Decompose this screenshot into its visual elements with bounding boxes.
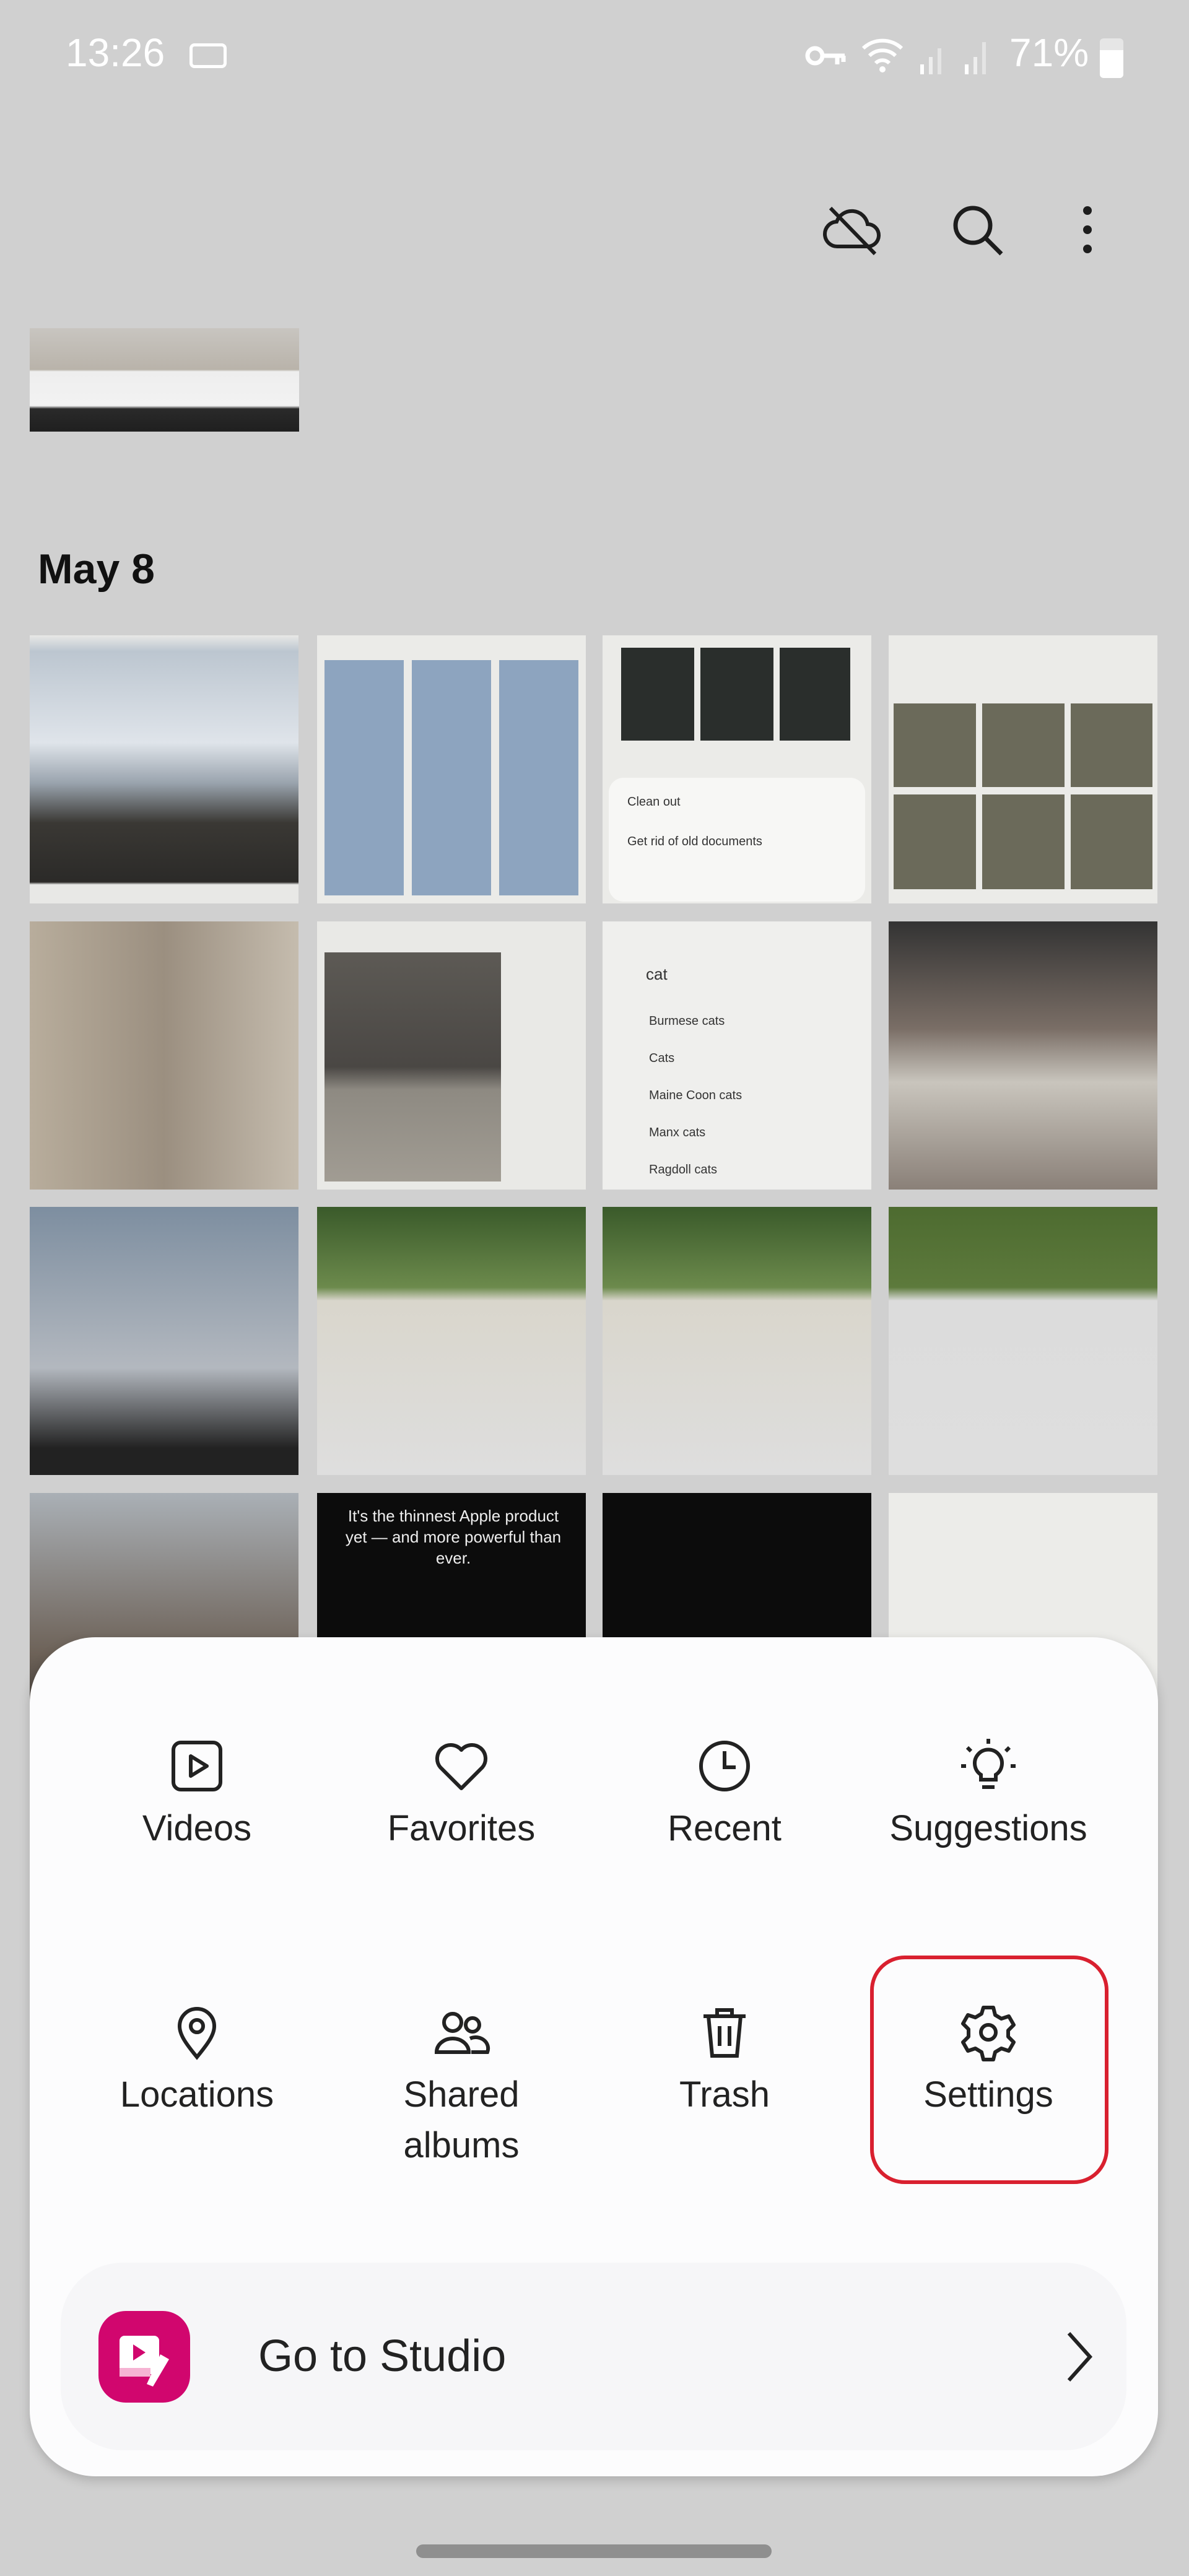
- photo-thumbnail[interactable]: [317, 921, 586, 1190]
- menu-item-videos[interactable]: Videos: [73, 1736, 321, 1854]
- thumb-text: Get rid of old documents: [627, 835, 762, 848]
- heart-icon: [435, 1743, 488, 1790]
- thumb-text: cat: [646, 965, 668, 983]
- photo-thumbnail[interactable]: [603, 1207, 871, 1475]
- people-icon: [434, 2012, 490, 2054]
- signal-icon-1: [919, 40, 956, 74]
- photo-thumbnail[interactable]: Clean out Get rid of old documents: [603, 635, 871, 903]
- menu-item-favorites[interactable]: Favorites: [338, 1736, 585, 1854]
- menu-item-trash[interactable]: Trash: [601, 2003, 848, 2120]
- usb-debug-icon: [189, 43, 227, 68]
- battery-icon: [1100, 38, 1123, 78]
- battery-percent: 71%: [1009, 30, 1089, 75]
- thumb-text: Ragdoll cats: [649, 1163, 718, 1177]
- menu-item-label: Favorites: [387, 1808, 536, 1848]
- thumb-text: Cats: [649, 1051, 675, 1065]
- menu-item-label: Trash: [679, 2074, 770, 2115]
- thumb-text: It's the thinnest Apple product yet — an…: [345, 1507, 562, 1567]
- menu-item-recent[interactable]: Recent: [601, 1736, 848, 1854]
- clock-icon: [699, 1741, 750, 1791]
- photo-thumbnail[interactable]: [30, 328, 299, 432]
- photo-thumbnail[interactable]: [30, 921, 298, 1190]
- cloud-off-icon[interactable]: [819, 197, 885, 263]
- photo-thumbnail[interactable]: [889, 921, 1157, 1190]
- trash-icon: [703, 2008, 746, 2058]
- menu-item-label: Shared albums: [403, 2074, 520, 2165]
- photo-thumbnail[interactable]: [30, 635, 298, 903]
- menu-item-label: Suggestions: [889, 1808, 1087, 1848]
- wifi-icon: [861, 36, 904, 74]
- photo-thumbnail[interactable]: [889, 635, 1157, 903]
- vpn-key-icon: [805, 41, 847, 71]
- menu-item-label: Recent: [668, 1808, 782, 1848]
- more-vert-icon[interactable]: [1055, 197, 1120, 263]
- location-pin-icon: [177, 2007, 217, 2060]
- thumb-text: Burmese cats: [649, 1014, 725, 1028]
- menu-item-locations[interactable]: Locations: [73, 2003, 321, 2120]
- status-time: 13:26: [66, 30, 165, 75]
- video-icon: [172, 1741, 222, 1791]
- go-to-studio-button[interactable]: Go to Studio: [61, 2263, 1126, 2450]
- photo-thumbnail[interactable]: [317, 635, 586, 903]
- photo-thumbnail[interactable]: [30, 1207, 298, 1475]
- thumb-text: Manx cats: [649, 1126, 706, 1139]
- signal-icon-2: [964, 40, 1001, 74]
- menu-item-shared-albums[interactable]: Shared albums: [338, 2003, 585, 2171]
- home-gesture-bar[interactable]: [416, 2544, 772, 2558]
- menu-item-label: Videos: [142, 1808, 252, 1848]
- thumb-text: Clean out: [627, 795, 681, 809]
- photo-thumbnail[interactable]: cat Burmese cats Cats Maine Coon cats Ma…: [603, 921, 871, 1190]
- menu-item-suggestions[interactable]: Suggestions: [865, 1736, 1112, 1854]
- settings-highlight-box: [870, 1956, 1108, 2184]
- bottom-sheet-menu: Videos Favorites Recent Suggestions Loca…: [30, 1637, 1158, 2476]
- thumb-text: Maine Coon cats: [649, 1089, 743, 1102]
- menu-item-label: Locations: [120, 2074, 274, 2115]
- chevron-right-icon: [1064, 2331, 1095, 2383]
- search-icon[interactable]: [944, 197, 1010, 263]
- lightbulb-icon: [961, 1739, 1016, 1789]
- date-header: May 8: [38, 546, 155, 593]
- studio-label: Go to Studio: [258, 2331, 507, 2381]
- photo-thumbnail[interactable]: [317, 1207, 586, 1475]
- photo-thumbnail[interactable]: [889, 1207, 1157, 1475]
- studio-app-icon: [98, 2311, 190, 2403]
